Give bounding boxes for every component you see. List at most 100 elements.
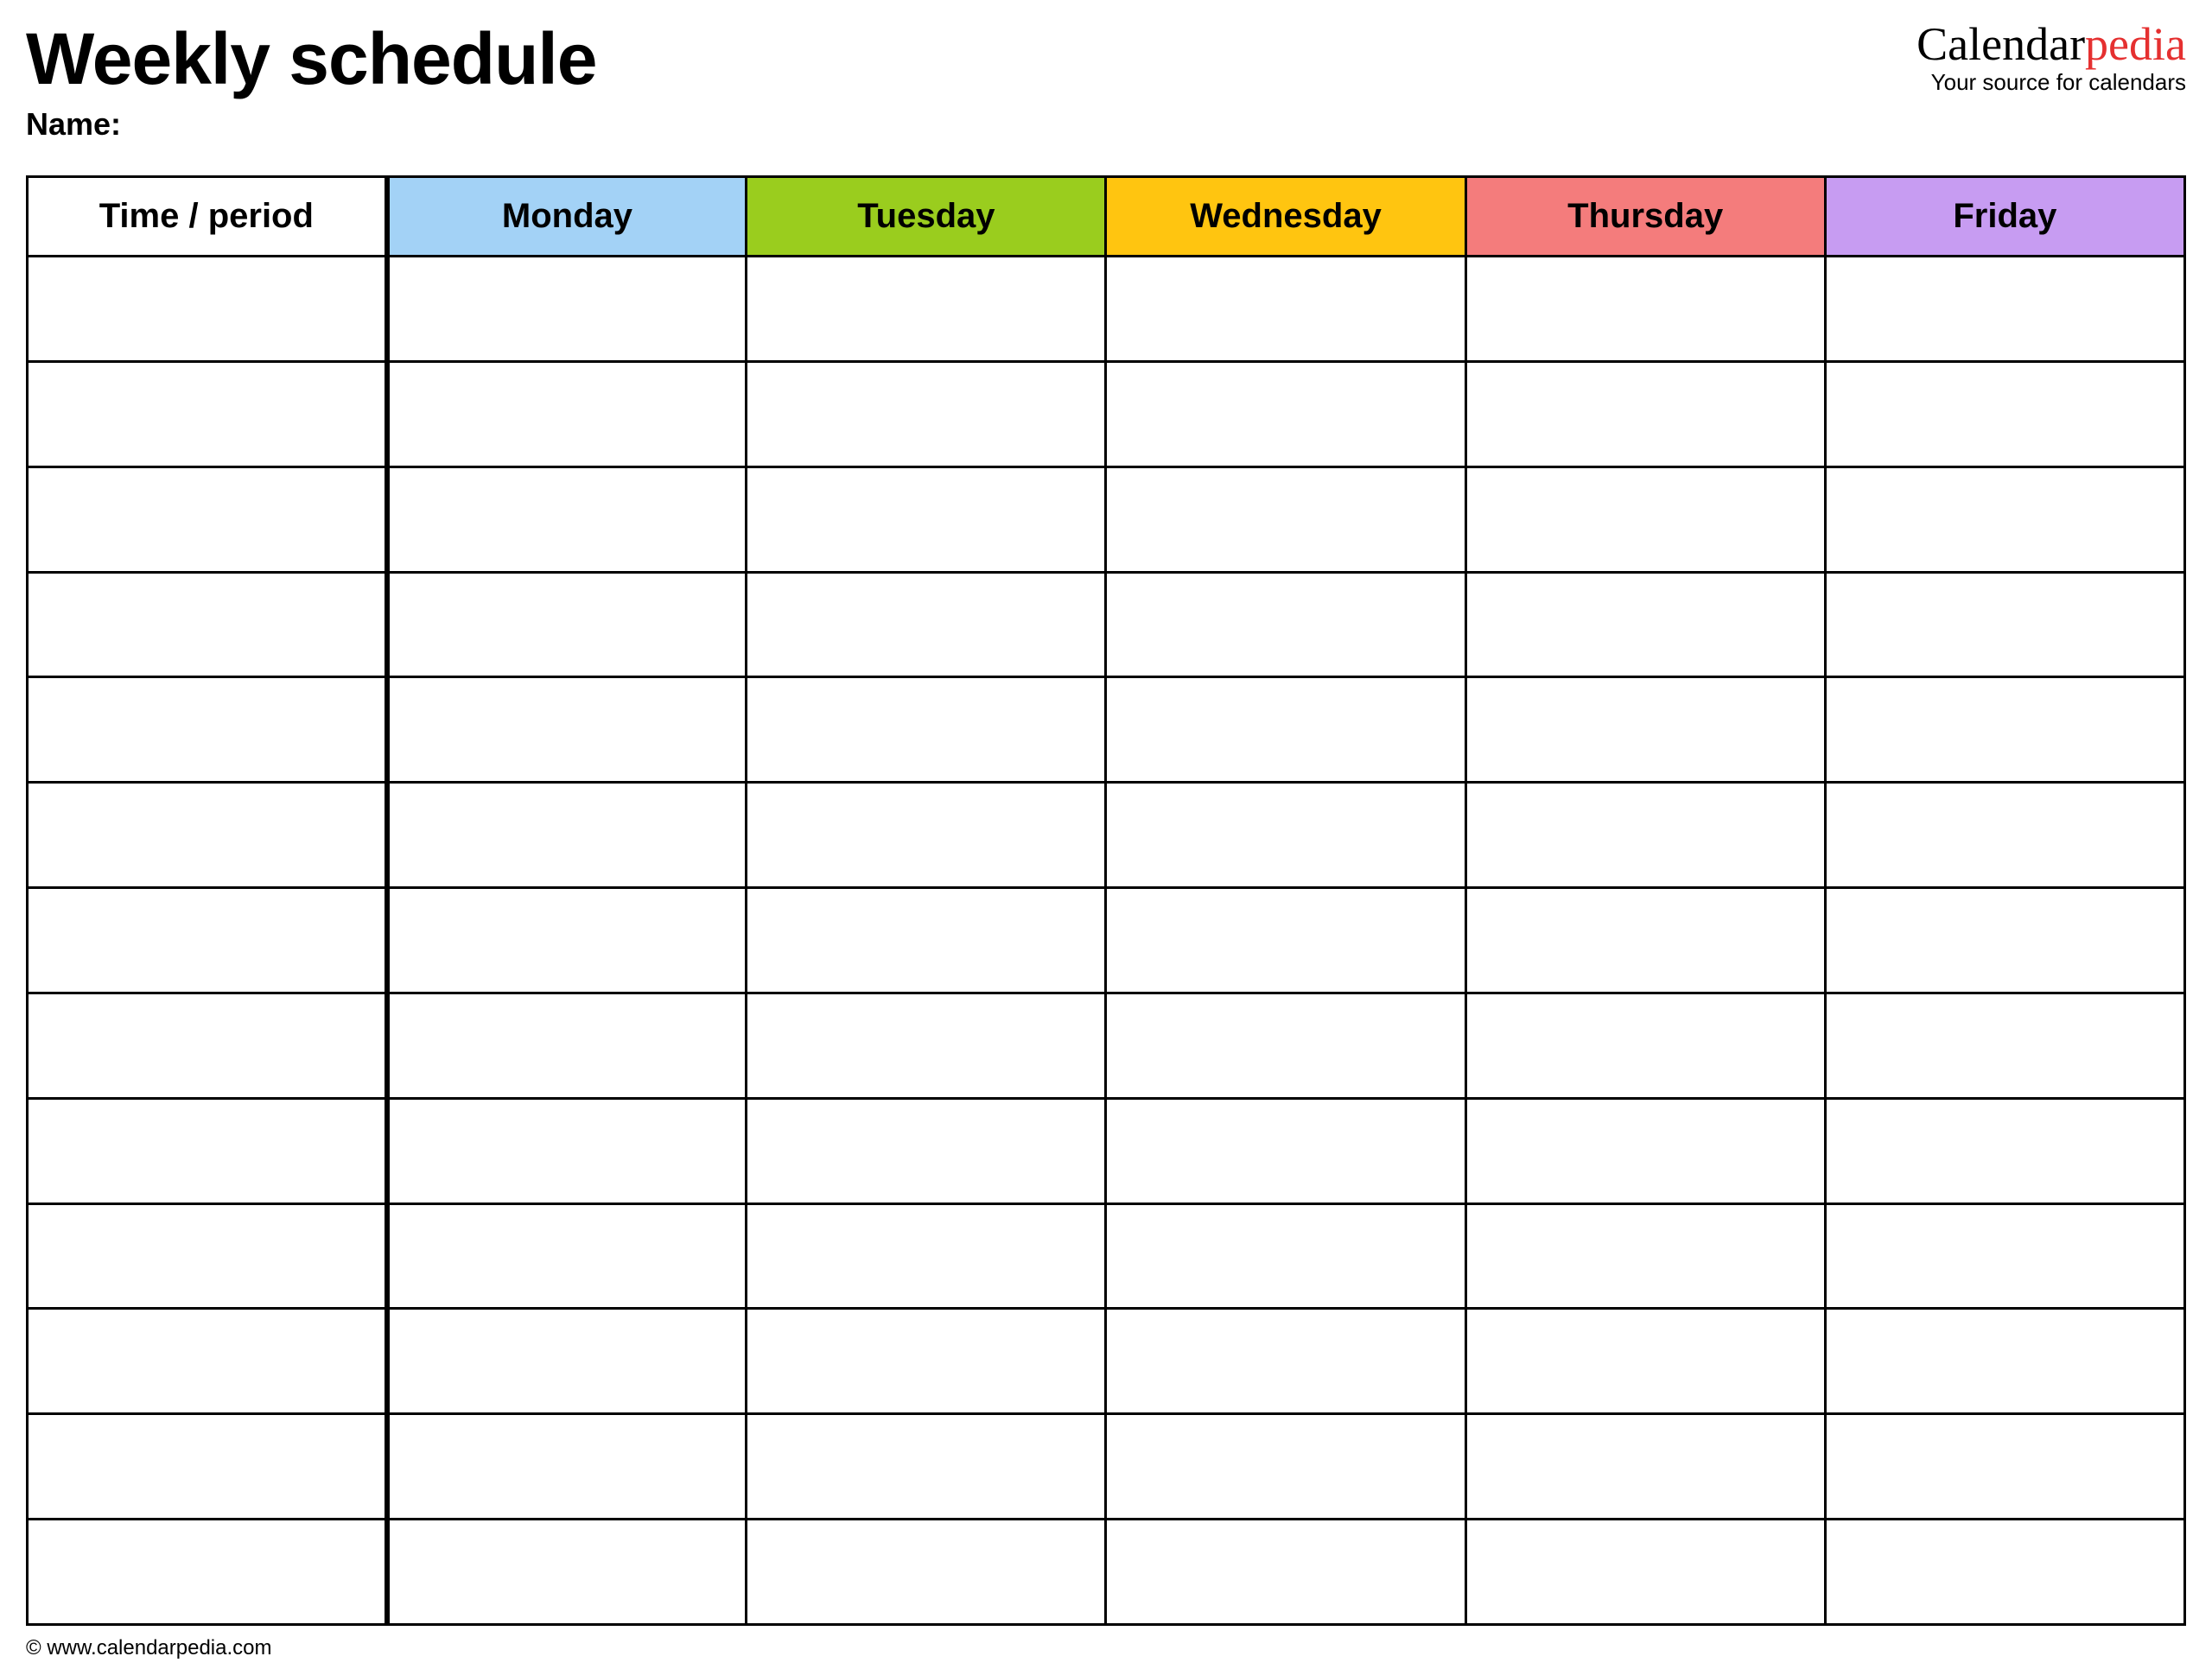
header-row: Time / periodMondayTuesdayWednesdayThurs…	[28, 177, 2185, 257]
schedule-cell[interactable]	[1465, 993, 1825, 1098]
schedule-cell[interactable]	[1825, 993, 2184, 1098]
brand-logo-text: Calendarpedia	[1916, 21, 2186, 67]
schedule-cell[interactable]	[387, 572, 747, 677]
schedule-cell[interactable]	[1825, 466, 2184, 572]
table-row	[28, 677, 2185, 783]
column-header-day: Friday	[1825, 177, 2184, 257]
schedule-cell[interactable]	[1465, 1309, 1825, 1414]
schedule-cell[interactable]	[1825, 257, 2184, 362]
schedule-cell[interactable]	[1106, 361, 1465, 466]
schedule-cell[interactable]	[1465, 1520, 1825, 1625]
time-cell[interactable]	[28, 257, 387, 362]
schedule-cell[interactable]	[1106, 1520, 1465, 1625]
schedule-cell[interactable]	[747, 888, 1106, 993]
schedule-cell[interactable]	[1825, 1520, 2184, 1625]
schedule-cell[interactable]	[387, 1203, 747, 1309]
table-row	[28, 993, 2185, 1098]
schedule-cell[interactable]	[747, 1520, 1106, 1625]
schedule-cell[interactable]	[747, 572, 1106, 677]
footer-copyright: © www.calendarpedia.com	[26, 1626, 2186, 1660]
time-cell[interactable]	[28, 1309, 387, 1414]
brand-part1: Calendar	[1916, 18, 2085, 70]
time-cell[interactable]	[28, 1414, 387, 1520]
schedule-cell[interactable]	[747, 783, 1106, 888]
schedule-cell[interactable]	[747, 677, 1106, 783]
schedule-cell[interactable]	[747, 1309, 1106, 1414]
schedule-cell[interactable]	[1825, 361, 2184, 466]
schedule-cell[interactable]	[1465, 888, 1825, 993]
schedule-cell[interactable]	[387, 1414, 747, 1520]
schedule-cell[interactable]	[1465, 677, 1825, 783]
schedule-cell[interactable]	[1106, 993, 1465, 1098]
time-cell[interactable]	[28, 1203, 387, 1309]
column-header-day: Tuesday	[747, 177, 1106, 257]
time-cell[interactable]	[28, 361, 387, 466]
time-cell[interactable]	[28, 888, 387, 993]
schedule-cell[interactable]	[747, 257, 1106, 362]
schedule-cell[interactable]	[1825, 572, 2184, 677]
schedule-cell[interactable]	[1465, 783, 1825, 888]
schedule-table: Time / periodMondayTuesdayWednesdayThurs…	[26, 175, 2186, 1626]
schedule-cell[interactable]	[1106, 677, 1465, 783]
time-cell[interactable]	[28, 1098, 387, 1203]
time-cell[interactable]	[28, 466, 387, 572]
schedule-cell[interactable]	[1825, 1098, 2184, 1203]
schedule-cell[interactable]	[387, 677, 747, 783]
schedule-cell[interactable]	[1465, 466, 1825, 572]
schedule-cell[interactable]	[1106, 1098, 1465, 1203]
schedule-cell[interactable]	[387, 1520, 747, 1625]
schedule-body	[28, 257, 2185, 1625]
schedule-cell[interactable]	[1825, 677, 2184, 783]
schedule-cell[interactable]	[1825, 1414, 2184, 1520]
brand-part2: pedia	[2085, 18, 2186, 70]
schedule-cell[interactable]	[747, 361, 1106, 466]
time-cell[interactable]	[28, 993, 387, 1098]
table-row	[28, 1309, 2185, 1414]
schedule-cell[interactable]	[1825, 1309, 2184, 1414]
schedule-cell[interactable]	[387, 783, 747, 888]
schedule-cell[interactable]	[1106, 257, 1465, 362]
time-cell[interactable]	[28, 572, 387, 677]
schedule-cell[interactable]	[747, 1098, 1106, 1203]
schedule-cell[interactable]	[1106, 1203, 1465, 1309]
schedule-cell[interactable]	[747, 466, 1106, 572]
schedule-cell[interactable]	[1106, 1414, 1465, 1520]
column-header-day: Thursday	[1465, 177, 1825, 257]
schedule-cell[interactable]	[387, 993, 747, 1098]
schedule-cell[interactable]	[1106, 783, 1465, 888]
schedule-cell[interactable]	[1465, 1414, 1825, 1520]
schedule-cell[interactable]	[387, 257, 747, 362]
time-cell[interactable]	[28, 677, 387, 783]
table-row	[28, 361, 2185, 466]
schedule-cell[interactable]	[1465, 1098, 1825, 1203]
table-row	[28, 1203, 2185, 1309]
schedule-cell[interactable]	[1106, 572, 1465, 677]
table-row	[28, 888, 2185, 993]
schedule-cell[interactable]	[1465, 257, 1825, 362]
schedule-cell[interactable]	[1825, 888, 2184, 993]
schedule-cell[interactable]	[1106, 1309, 1465, 1414]
brand-tagline: Your source for calendars	[1916, 69, 2186, 96]
brand-block: Calendarpedia Your source for calendars	[1916, 17, 2186, 96]
schedule-cell[interactable]	[747, 993, 1106, 1098]
schedule-cell[interactable]	[387, 466, 747, 572]
schedule-cell[interactable]	[387, 361, 747, 466]
schedule-cell[interactable]	[387, 888, 747, 993]
schedule-cell[interactable]	[1465, 361, 1825, 466]
schedule-cell[interactable]	[747, 1414, 1106, 1520]
time-cell[interactable]	[28, 783, 387, 888]
schedule-cell[interactable]	[747, 1203, 1106, 1309]
schedule-cell[interactable]	[387, 1098, 747, 1203]
table-row	[28, 572, 2185, 677]
column-header-day: Wednesday	[1106, 177, 1465, 257]
schedule-cell[interactable]	[387, 1309, 747, 1414]
schedule-cell[interactable]	[1106, 888, 1465, 993]
schedule-cell[interactable]	[1825, 1203, 2184, 1309]
table-row	[28, 257, 2185, 362]
schedule-cell[interactable]	[1825, 783, 2184, 888]
time-cell[interactable]	[28, 1520, 387, 1625]
schedule-cell[interactable]	[1465, 1203, 1825, 1309]
table-row	[28, 1520, 2185, 1625]
schedule-cell[interactable]	[1465, 572, 1825, 677]
schedule-cell[interactable]	[1106, 466, 1465, 572]
